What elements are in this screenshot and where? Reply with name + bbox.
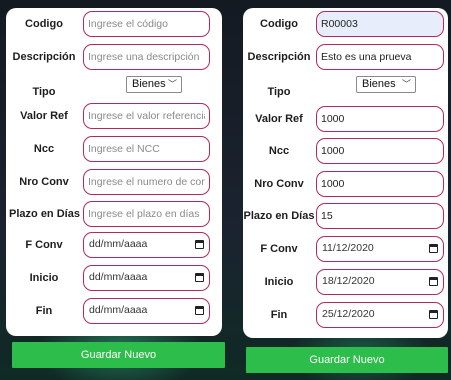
plazo-input[interactable]: [83, 201, 210, 227]
filled-form-panel: Codigo Descripción Tipo Bienes ﹀ Valor R…: [243, 8, 448, 338]
f-conv-date-placeholder: dd/mm/aaaa: [89, 238, 148, 250]
valor-ref-input[interactable]: [83, 103, 210, 129]
guardar-nuevo-button-empty[interactable]: Guardar Nuevo: [12, 342, 225, 368]
f-conv-date-input[interactable]: dd/mm/aaaa: [83, 232, 210, 258]
tipo-select-value: Bienes: [362, 78, 396, 90]
calendar-icon[interactable]: [195, 273, 204, 282]
chevron-down-icon: ﹀: [167, 79, 177, 89]
empty-form-panel: Codigo Descripción Tipo Bienes ﹀ Valor R…: [6, 8, 222, 336]
nro-conv-input[interactable]: [83, 169, 210, 195]
ncc-row: Ncc: [243, 138, 448, 164]
tipo-select-value: Bienes: [132, 78, 166, 90]
codigo-label: Codigo: [25, 18, 63, 30]
calendar-icon[interactable]: [195, 240, 204, 249]
plazo-label: Plazo en Días: [243, 210, 315, 222]
f-conv-row: F Conv dd/mm/aaaa: [6, 232, 222, 258]
descripcion-label: Descripción: [247, 51, 311, 63]
ncc-row: Ncc: [6, 136, 222, 162]
calendar-icon[interactable]: [429, 244, 438, 253]
valor-ref-row: Valor Ref: [6, 103, 222, 129]
valor-ref-label: Valor Ref: [20, 110, 68, 122]
f-conv-date-value: 11/12/2020: [322, 242, 374, 254]
fin-label: Fin: [35, 305, 53, 317]
descripcion-row: Descripción: [243, 44, 448, 70]
codigo-row: Codigo: [243, 11, 448, 37]
calendar-icon[interactable]: [195, 306, 204, 315]
inicio-date-value: 18/12/2020: [322, 275, 375, 287]
f-conv-row: F Conv 11/12/2020: [243, 236, 448, 262]
ncc-input[interactable]: [316, 138, 444, 164]
nro-conv-input[interactable]: [316, 171, 444, 197]
valor-ref-row: Valor Ref: [243, 106, 448, 132]
inicio-date-input[interactable]: dd/mm/aaaa: [83, 265, 210, 291]
plazo-row: Plazo en Días: [243, 203, 448, 229]
ncc-input[interactable]: [83, 136, 210, 162]
fin-date-input[interactable]: dd/mm/aaaa: [83, 298, 210, 324]
ncc-label: Ncc: [33, 143, 55, 155]
nro-conv-row: Nro Conv: [6, 169, 222, 195]
descripcion-input[interactable]: [316, 44, 444, 70]
f-conv-label: F Conv: [260, 243, 298, 255]
tipo-label: Tipo: [32, 86, 56, 98]
plazo-input[interactable]: [316, 203, 444, 229]
tipo-label: Tipo: [267, 86, 291, 98]
descripcion-input[interactable]: [83, 44, 210, 70]
plazo-row: Plazo en Días: [6, 201, 222, 227]
codigo-row: Codigo: [6, 11, 222, 37]
tipo-row: Tipo Bienes ﹀: [6, 74, 222, 100]
descripcion-row: Descripción: [6, 44, 222, 70]
calendar-icon[interactable]: [429, 310, 438, 319]
nro-conv-row: Nro Conv: [243, 171, 448, 197]
fin-row: Fin dd/mm/aaaa: [6, 298, 222, 324]
valor-ref-label: Valor Ref: [255, 113, 303, 125]
tipo-select[interactable]: Bienes ﹀: [356, 76, 416, 93]
codigo-input[interactable]: [83, 11, 210, 37]
inicio-label: Inicio: [264, 276, 294, 288]
fin-date-value: 25/12/2020: [322, 308, 375, 320]
f-conv-label: F Conv: [25, 239, 63, 251]
nro-conv-label: Nro Conv: [254, 178, 304, 190]
chevron-down-icon: ﹀: [401, 79, 411, 89]
fin-row: Fin 25/12/2020: [243, 302, 448, 328]
inicio-row: Inicio dd/mm/aaaa: [6, 265, 222, 291]
inicio-date-placeholder: dd/mm/aaaa: [89, 271, 148, 283]
nro-conv-label: Nro Conv: [19, 176, 69, 188]
tipo-select[interactable]: Bienes ﹀: [126, 76, 182, 93]
f-conv-date-input[interactable]: 11/12/2020: [316, 236, 444, 262]
descripcion-label: Descripción: [12, 51, 76, 63]
tipo-row: Tipo Bienes ﹀: [243, 74, 448, 100]
inicio-label: Inicio: [29, 272, 59, 284]
codigo-input[interactable]: [316, 11, 444, 37]
fin-label: Fin: [270, 309, 288, 321]
calendar-icon[interactable]: [429, 277, 438, 286]
guardar-nuevo-button-filled[interactable]: Guardar Nuevo: [246, 347, 448, 373]
fin-date-placeholder: dd/mm/aaaa: [89, 304, 148, 316]
inicio-row: Inicio 18/12/2020: [243, 269, 448, 295]
plazo-label: Plazo en Días: [9, 208, 80, 220]
inicio-date-input[interactable]: 18/12/2020: [316, 269, 444, 295]
codigo-label: Codigo: [260, 18, 298, 30]
valor-ref-input[interactable]: [316, 106, 444, 132]
fin-date-input[interactable]: 25/12/2020: [316, 302, 444, 328]
ncc-label: Ncc: [268, 145, 290, 157]
